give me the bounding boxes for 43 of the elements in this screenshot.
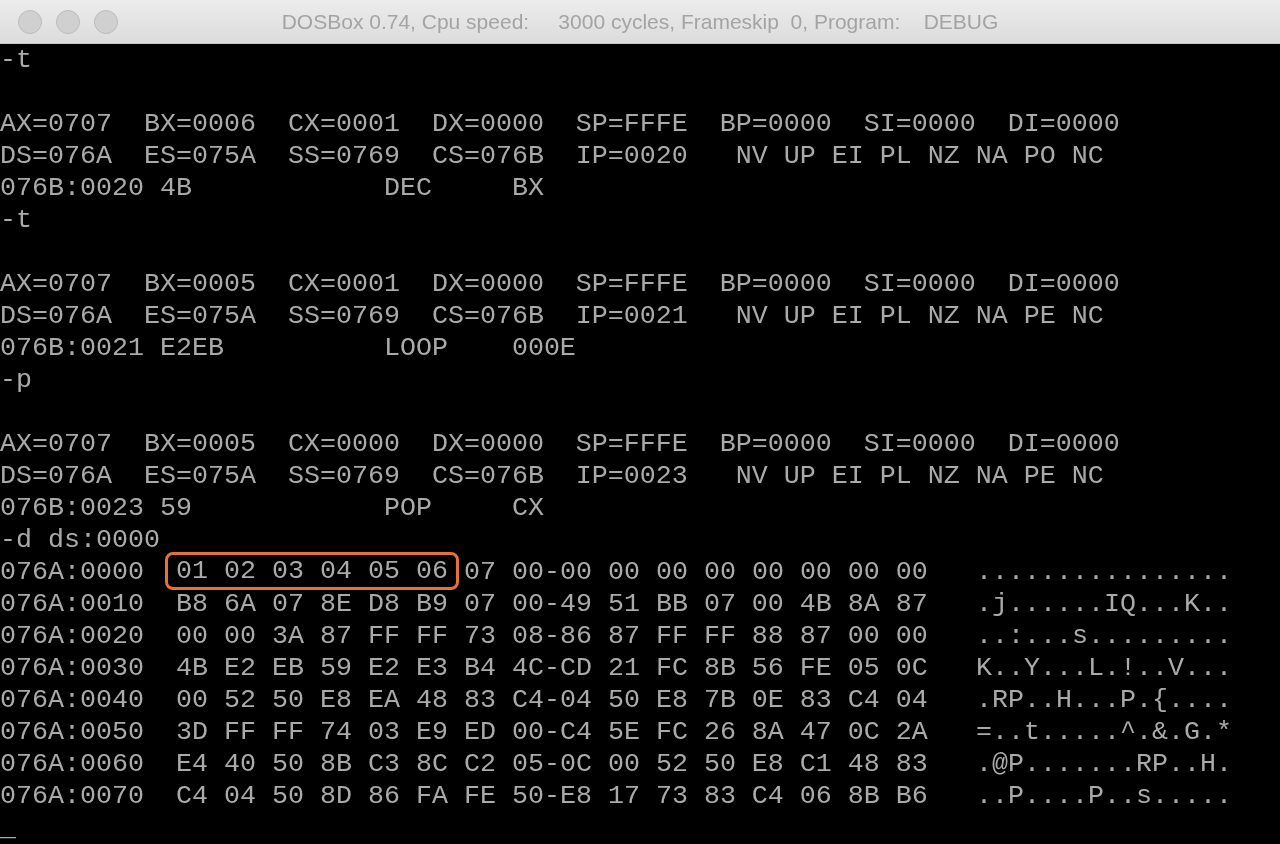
zoom-button[interactable] xyxy=(94,9,118,34)
ascii-text: ..:...s......... xyxy=(976,620,1232,652)
console-line: AX=0707 BX=0005 CX=0000 DX=0000 SP=FFFE BP=0000 SI=0000 DI=0000 xyxy=(0,428,1120,460)
hex-bytes: 00 00 3A 87 FF FF 73 08-86 87 FF FF 88 87 00 00 xyxy=(176,620,928,652)
memory-address: 076A:0050 xyxy=(0,716,145,748)
memory-address: 076A:0000 xyxy=(0,556,145,588)
memory-address: 076A:0020 xyxy=(0,620,145,652)
console-line: -d ds:0000 xyxy=(0,524,160,556)
console-line: AX=0707 BX=0005 CX=0001 DX=0000 SP=FFFE BP=0000 SI=0000 DI=0000 xyxy=(0,268,1120,300)
memory-address: 076A:0030 xyxy=(0,652,145,684)
hex-bytes: 4B E2 EB 59 E2 E3 B4 4C-CD 21 FC 8B 56 FE 05 0C xyxy=(176,652,928,684)
memory-address: 076A:0010 xyxy=(0,588,145,620)
ascii-text: .j......IQ...K.. xyxy=(976,588,1232,620)
minimize-button[interactable] xyxy=(56,9,80,34)
ascii-text: K..Y...L.!..V... xyxy=(976,652,1232,684)
ascii-text: ..P....P..s..... xyxy=(976,780,1232,812)
hex-bytes: 00 52 50 E8 EA 48 83 C4-04 50 E8 7B 0E 83 C4 04 xyxy=(176,684,928,716)
console-line: DS=076A ES=075A SS=0769 CS=076B IP=0020 NV UP EI PL NZ NA PO NC xyxy=(0,140,1104,172)
hex-bytes: B8 6A 07 8E D8 B9 07 00-49 51 BB 07 00 4B 8A 87 xyxy=(176,588,928,620)
hex-bytes: 07 00-00 00 00 00 00 00 00 00 xyxy=(463,556,928,588)
memory-address: 076A:0040 xyxy=(0,684,145,716)
console-line: 076B:0023 59 POP CX xyxy=(0,492,544,524)
hex-bytes: E4 40 50 8B C3 8C C2 05-0C 00 52 50 E8 C1 48 83 xyxy=(176,748,928,780)
highlighted-bytes: 01 02 03 04 05 06 xyxy=(165,551,459,590)
console-line: 076B:0021 E2EB LOOP 000E xyxy=(0,332,576,364)
console-line: -t xyxy=(0,44,32,76)
hex-bytes: C4 04 50 8D 86 FA FE 50-E8 17 73 83 C4 06 8B B6 xyxy=(176,780,928,812)
close-button[interactable] xyxy=(18,9,42,34)
console-line: AX=0707 BX=0006 CX=0001 DX=0000 SP=FFFE BP=0000 SI=0000 DI=0000 xyxy=(0,108,1120,140)
ascii-text: .RP..H...P.{.... xyxy=(976,684,1232,716)
ascii-text: ................ xyxy=(976,556,1232,588)
memory-address: 076A:0070 xyxy=(0,780,145,812)
console-line: _ xyxy=(0,812,16,844)
console-line: 076B:0020 4B DEC BX xyxy=(0,172,544,204)
console-line: DS=076A ES=075A SS=0769 CS=076B IP=0021 NV UP EI PL NZ NA PE NC xyxy=(0,300,1104,332)
window-title: DOSBox 0.74, Cpu speed: 3000 cycles, Frameskip 0, Program: DEBUG xyxy=(280,9,1000,34)
ascii-text: =..t.....^.&.G.* xyxy=(976,716,1232,748)
console-line: -t xyxy=(0,204,32,236)
ascii-text: .@P.......RP..H. xyxy=(976,748,1232,780)
console-line: DS=076A ES=075A SS=0769 CS=076B IP=0023 NV UP EI PL NZ NA PE NC xyxy=(0,460,1104,492)
memory-address: 076A:0060 xyxy=(0,748,145,780)
console-line: -p xyxy=(0,364,32,396)
hex-bytes: 3D FF FF 74 03 E9 ED 00-C4 5E FC 26 8A 47 0C 2A xyxy=(176,716,928,748)
